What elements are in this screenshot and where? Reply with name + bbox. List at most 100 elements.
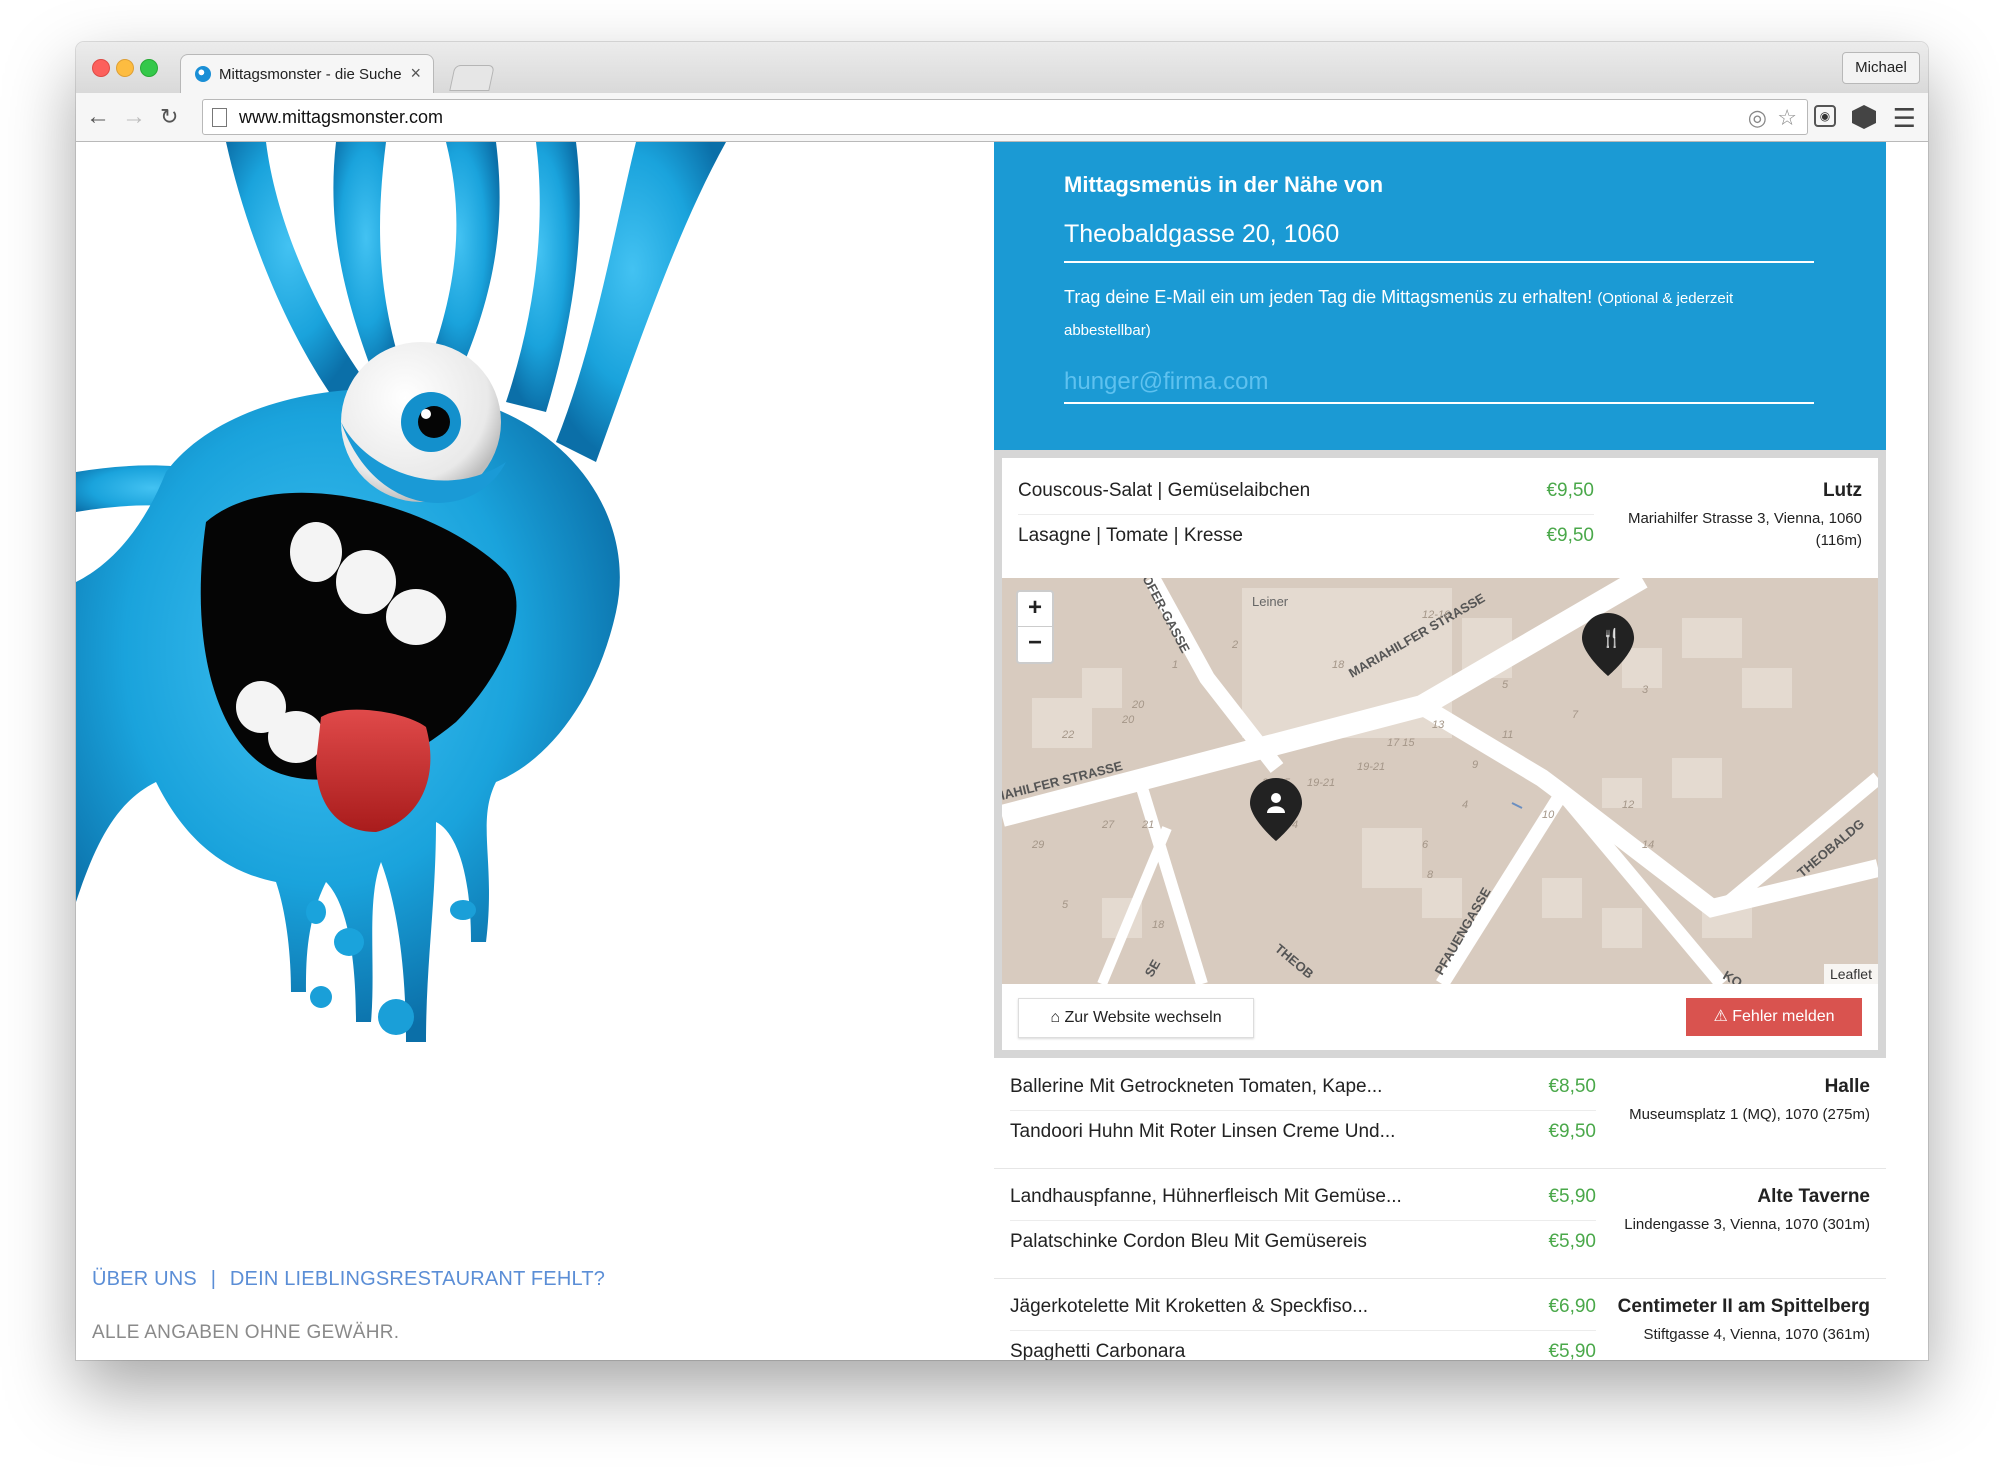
page-content: ÜBER UNS | DEIN LIEBLINGSRESTAURANT FEHL… — [76, 142, 1928, 1360]
home-icon: ⌂ — [1050, 1009, 1061, 1026]
restaurant-name[interactable]: Alte Taverne — [1757, 1186, 1870, 1208]
footer-links: ÜBER UNS | DEIN LIEBLINGSRESTAURANT FEHL… — [92, 1268, 605, 1291]
target-icon[interactable]: ◎ — [1748, 105, 1767, 131]
dish-name: Couscous-Salat | Gemüselaibchen — [1018, 480, 1311, 501]
house-number: 27 — [1101, 819, 1115, 831]
dish-name: Jägerkotelette Mit Kroketten & Speckfiso… — [1010, 1296, 1369, 1317]
map-zoom-control: + − — [1016, 590, 1054, 664]
dish-price: €6,90 — [1548, 1296, 1596, 1317]
about-link[interactable]: ÜBER UNS — [92, 1268, 197, 1290]
hexagon-extension-icon[interactable] — [1852, 105, 1876, 129]
svg-text:🍴: 🍴 — [1600, 627, 1622, 649]
back-arrow-icon[interactable]: ← — [86, 103, 110, 131]
restaurant-name[interactable]: Lutz — [1823, 480, 1862, 502]
house-number: 3 — [1642, 684, 1649, 696]
house-number: 2 — [1231, 639, 1238, 651]
extension-icon[interactable]: ◉ — [1814, 105, 1836, 127]
house-number: 5 — [1062, 899, 1069, 911]
featured-restaurant-card: Couscous-Salat | Gemüselaibchen €9,50 La… — [994, 450, 1886, 1058]
restaurant-entry[interactable]: Ballerine Mit Getrockneten Tomaten, Kape… — [994, 1058, 1886, 1169]
dish-price: €5,90 — [1548, 1231, 1596, 1252]
house-number: 4 — [1462, 799, 1468, 811]
star-icon[interactable]: ☆ — [1777, 105, 1797, 131]
house-number: 22 — [1061, 729, 1074, 741]
forward-arrow-icon[interactable]: → — [122, 103, 146, 131]
email-note-text: Trag deine E-Mail ein um jeden Tag die M… — [1064, 287, 1593, 307]
dish-name: Spaghetti Carbonara — [1010, 1341, 1186, 1360]
restaurant-entry[interactable]: Jägerkotelette Mit Kroketten & Speckfiso… — [994, 1278, 1886, 1360]
website-button[interactable]: ⌂ Zur Website wechseln — [1018, 998, 1254, 1038]
dish-name: Lasagne | Tomate | Kresse — [1018, 525, 1243, 546]
zoom-in-button[interactable]: + — [1018, 592, 1052, 627]
dish-price: €5,90 — [1548, 1341, 1596, 1360]
missing-restaurant-link[interactable]: DEIN LIEBLINGSRESTAURANT FEHLT? — [230, 1268, 605, 1290]
restaurant-address: Lindengasse 3, Vienna, 1070 (301m) — [1624, 1216, 1870, 1233]
window-close-button[interactable] — [92, 59, 110, 77]
website-button-label: Zur Website wechseln — [1064, 1009, 1222, 1026]
address-line: Mariahilfer Strasse 3, Vienna, 1060 — [1627, 510, 1862, 527]
house-number: 13 — [1432, 719, 1445, 731]
reload-icon[interactable]: ↻ — [160, 104, 178, 130]
restaurant-address: Museumsplatz 1 (MQ), 1070 (275m) — [1629, 1106, 1870, 1123]
house-number: 11 — [1502, 729, 1513, 741]
restaurant-address: Stiftgasse 4, Vienna, 1070 (361m) — [1643, 1326, 1870, 1343]
dish-price: €9,50 — [1546, 480, 1594, 501]
window-minimize-button[interactable] — [116, 59, 134, 77]
menu-item: Landhauspfanne, Hühnerfleisch Mit Gemüse… — [1010, 1176, 1596, 1220]
house-number: 18 — [1152, 919, 1165, 931]
house-number: 12 — [1622, 799, 1634, 811]
disclaimer-text: ALLE ANGABEN OHNE GEWÄHR. — [92, 1322, 400, 1343]
tab-close-icon[interactable]: × — [410, 63, 421, 84]
house-number: 14 — [1642, 839, 1654, 851]
new-tab-button[interactable] — [449, 65, 495, 91]
dish-name: Tandoori Huhn Mit Roter Linsen Creme Und… — [1010, 1121, 1396, 1142]
warning-icon: ⚠ — [1713, 1008, 1728, 1025]
house-number: 18 — [1332, 659, 1345, 671]
restaurant-name[interactable]: Centimeter II am Spittelberg — [1618, 1296, 1870, 1318]
footer-separator: | — [210, 1268, 217, 1290]
distance: (116m) — [1815, 532, 1862, 549]
email-note: Trag deine E-Mail ein um jeden Tag die M… — [1064, 282, 1824, 346]
map[interactable]: Leiner MARIAHILFER STRASSE IAHILFER STRA… — [1002, 578, 1878, 984]
zoom-out-button[interactable]: − — [1018, 627, 1052, 661]
browser-toolbar: ← → ↻ www.mittagsmonster.com ◎ ☆ ◉ ☰ — [76, 93, 1928, 142]
search-box: Mittagsmenüs in der Nähe von Theobaldgas… — [994, 142, 1886, 450]
house-number: 17 15 — [1387, 737, 1415, 749]
page-icon — [212, 108, 227, 127]
address-input[interactable]: Theobaldgasse 20, 1060 — [1064, 220, 1814, 263]
house-number: 20 — [1131, 699, 1145, 711]
leaflet-attribution-link[interactable]: Leaflet — [1823, 964, 1878, 984]
menu-item: Spaghetti Carbonara €5,90 — [1010, 1331, 1596, 1360]
house-number: 5 — [1502, 679, 1509, 691]
email-input[interactable] — [1064, 362, 1814, 404]
report-error-button[interactable]: ⚠ Fehler melden — [1686, 998, 1862, 1036]
tab-title: Mittagsmonster - die Suche — [219, 66, 402, 83]
monster-illustration — [76, 142, 726, 1042]
restaurant-name[interactable]: Halle — [1825, 1076, 1870, 1098]
dish-price: €5,90 — [1548, 1186, 1596, 1207]
menu-icon[interactable]: ☰ — [1893, 103, 1916, 134]
dish-price: €9,50 — [1546, 525, 1594, 546]
dish-name: Ballerine Mit Getrockneten Tomaten, Kape… — [1010, 1076, 1383, 1097]
address-bar[interactable]: www.mittagsmonster.com ◎ ☆ — [202, 99, 1808, 135]
url-text[interactable]: www.mittagsmonster.com — [239, 107, 443, 128]
house-number: 7 — [1572, 709, 1579, 721]
report-error-label: Fehler melden — [1732, 1008, 1835, 1025]
dish-name: Palatschinke Cordon Bleu Mit Gemüsereis — [1010, 1231, 1367, 1252]
profile-button[interactable]: Michael — [1842, 52, 1920, 84]
house-number: 8 — [1427, 869, 1434, 881]
house-number: 1 — [1172, 659, 1178, 671]
menu-item: Lasagne | Tomate | Kresse €9,50 — [1018, 515, 1594, 559]
window-maximize-button[interactable] — [140, 59, 158, 77]
restaurant-entry[interactable]: Landhauspfanne, Hühnerfleisch Mit Gemüse… — [994, 1168, 1886, 1279]
house-number: 10 — [1542, 809, 1555, 821]
house-number: 12-16 — [1422, 609, 1451, 621]
dish-price: €8,50 — [1548, 1076, 1596, 1097]
house-number: 20 — [1121, 714, 1135, 726]
browser-tab[interactable]: Mittagsmonster - die Suche × — [180, 54, 434, 95]
map-tiles: Leiner MARIAHILFER STRASSE IAHILFER STRA… — [1002, 578, 1878, 984]
house-number: 21 — [1141, 819, 1154, 831]
browser-window: Mittagsmonster - die Suche × Michael ← →… — [76, 42, 1928, 1360]
featured-card-inner: Couscous-Salat | Gemüselaibchen €9,50 La… — [1002, 458, 1878, 1050]
menu-item: Ballerine Mit Getrockneten Tomaten, Kape… — [1010, 1066, 1596, 1110]
